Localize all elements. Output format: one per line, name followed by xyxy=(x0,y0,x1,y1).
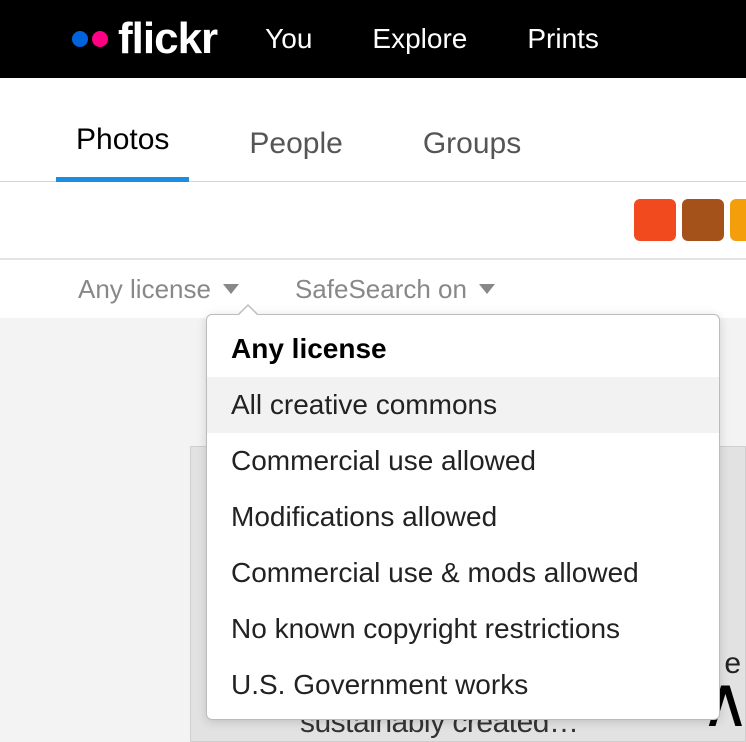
filter-bar: Any license SafeSearch on xyxy=(0,260,746,318)
nav-explore[interactable]: Explore xyxy=(372,23,467,55)
logo-dots xyxy=(72,31,108,47)
caret-down-icon xyxy=(223,284,239,294)
color-swatch-1[interactable] xyxy=(634,199,676,241)
logo-dot-pink xyxy=(92,31,108,47)
license-option-any[interactable]: Any license xyxy=(207,315,719,377)
license-filter[interactable]: Any license xyxy=(78,274,239,305)
flickr-logo[interactable]: flickr xyxy=(72,14,217,64)
safesearch-filter[interactable]: SafeSearch on xyxy=(295,274,495,305)
content-area: ∧ e sustainably created… Any license All… xyxy=(0,318,746,742)
logo-text: flickr xyxy=(118,14,217,64)
top-nav: flickr You Explore Prints xyxy=(0,0,746,78)
nav-prints[interactable]: Prints xyxy=(527,23,599,55)
tab-people[interactable]: People xyxy=(229,127,362,181)
safesearch-filter-label: SafeSearch on xyxy=(295,274,467,305)
license-option-cc[interactable]: All creative commons xyxy=(207,377,719,433)
nav-links: You Explore Prints xyxy=(265,23,599,55)
nav-you[interactable]: You xyxy=(265,23,312,55)
color-swatches xyxy=(0,182,746,260)
license-filter-label: Any license xyxy=(78,274,211,305)
license-option-mods[interactable]: Modifications allowed xyxy=(207,489,719,545)
caret-down-icon xyxy=(479,284,495,294)
logo-dot-blue xyxy=(72,31,88,47)
tab-groups[interactable]: Groups xyxy=(403,127,541,181)
license-option-commercial[interactable]: Commercial use allowed xyxy=(207,433,719,489)
license-option-commercial-mods[interactable]: Commercial use & mods allowed xyxy=(207,545,719,601)
color-swatch-3[interactable] xyxy=(730,199,746,241)
license-dropdown-menu: Any license All creative commons Commerc… xyxy=(206,314,720,720)
license-option-us-gov[interactable]: U.S. Government works xyxy=(207,657,719,719)
bg-text-fragment: e xyxy=(724,647,741,681)
tab-photos[interactable]: Photos xyxy=(56,123,189,182)
search-tabs: Photos People Groups xyxy=(0,78,746,182)
license-option-no-copyright[interactable]: No known copyright restrictions xyxy=(207,601,719,657)
color-swatch-2[interactable] xyxy=(682,199,724,241)
